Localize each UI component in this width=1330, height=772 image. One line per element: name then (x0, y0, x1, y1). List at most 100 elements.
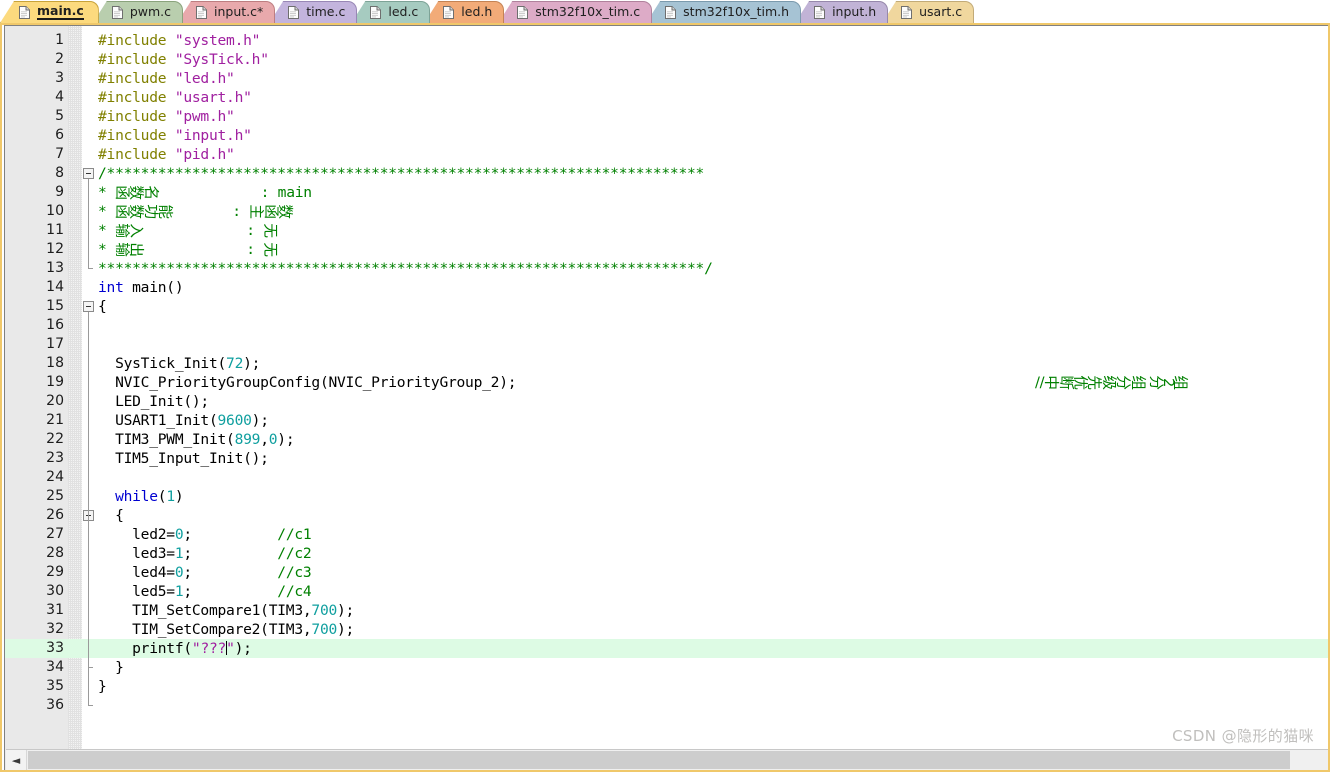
scroll-left-button[interactable]: ◄ (6, 750, 27, 770)
code-line[interactable]: 21 USART1_Init(9600); (5, 411, 1328, 430)
code-text-area[interactable]: 1 #include "system.h" 2 #include "SysTick.h… (5, 26, 1328, 770)
tab-label: input.h (832, 3, 877, 19)
editor-tab-input-c-[interactable]: input.c* (177, 1, 276, 23)
token-id: TIM5_Input_Init(); (98, 450, 269, 467)
token-str: " (226, 640, 235, 657)
code-line[interactable]: 12 * 输出 : 无 (5, 240, 1328, 259)
code-line[interactable]: 9 * 函数名 : main (5, 183, 1328, 202)
line-number: 36 (46, 697, 64, 713)
code-line[interactable]: 6 #include "input.h" (5, 126, 1328, 145)
document-icon (665, 6, 677, 19)
token-id: ; (183, 564, 278, 581)
editor-tab-pwm-c[interactable]: pwm.c (92, 1, 183, 23)
tab-label: pwm.c (129, 3, 171, 19)
code-line[interactable]: 28 led3=1; //c2 (5, 544, 1328, 563)
token-id: ) (174, 488, 184, 505)
tab-label: stm32f10x_tim.c (535, 3, 641, 19)
line-number: 16 (46, 317, 64, 333)
token-str: "system.h" (174, 32, 261, 49)
code-line[interactable]: 18 SysTick_Init(72); (5, 354, 1328, 373)
editor-tab-stm32f10x-tim-c[interactable]: stm32f10x_tim.c (498, 1, 653, 23)
code-line[interactable]: 13 **************************************… (5, 259, 1328, 278)
editor-tab-led-h[interactable]: led.h (424, 1, 505, 23)
code-line[interactable]: 11 * 输入 : 无 (5, 221, 1328, 240)
code-line[interactable]: 29 led4=0; //c3 (5, 563, 1328, 582)
token-id: { (98, 507, 124, 524)
editor-tab-led-c[interactable]: led.c (351, 1, 431, 23)
code-line[interactable]: 22 TIM3_PWM_Init(899,0); (5, 430, 1328, 449)
code-line[interactable]: 17 (5, 335, 1328, 354)
token-id: ); (277, 431, 295, 448)
code-line[interactable]: 33 printf("???"); (5, 639, 1328, 658)
token-id: } (98, 678, 107, 695)
token-str: "pwm.h" (174, 108, 235, 125)
code-line[interactable]: 30 led5=1; //c4 (5, 582, 1328, 601)
token-pre: #include (98, 127, 175, 144)
code-line[interactable]: 4 #include "usart.h" (5, 88, 1328, 107)
document-icon (111, 6, 123, 19)
code-line-text: #include "usart.h" (98, 88, 252, 107)
line-number: 24 (46, 469, 64, 485)
document-icon (517, 6, 529, 19)
code-line-text: SysTick_Init(72); (98, 354, 260, 373)
code-line[interactable]: 25 while(1) (5, 487, 1328, 506)
editor-tab-main-c[interactable]: main.c (0, 1, 99, 23)
code-line-text: * 函数功能 : 主函数 (98, 202, 294, 221)
code-line[interactable]: 2 #include "SysTick.h" (5, 50, 1328, 69)
editor-tab-usart-c[interactable]: usart.c (882, 1, 975, 23)
line-number: 22 (46, 431, 64, 447)
token-id (98, 488, 115, 505)
code-line-text: led4=0; //c3 (98, 563, 312, 582)
gutter-bottom-filler (5, 723, 68, 749)
line-number: 3 (55, 70, 64, 86)
code-line[interactable]: 35} (5, 677, 1328, 696)
code-line[interactable]: 7 #include "pid.h" (5, 145, 1328, 164)
fold-collapse-icon[interactable] (83, 301, 94, 312)
code-line[interactable]: 3 #include "led.h" (5, 69, 1328, 88)
tab-label: usart.c (919, 3, 963, 19)
code-line[interactable]: 1 #include "system.h" (5, 31, 1328, 50)
code-line[interactable]: 32 TIM_SetCompare2(TIM3,700); (5, 620, 1328, 639)
code-line[interactable]: 5 #include "pwm.h" (5, 107, 1328, 126)
token-id: ; (183, 526, 278, 543)
token-id: ; (183, 583, 278, 600)
code-line[interactable]: 34 } (5, 658, 1328, 677)
horizontal-scrollbar[interactable]: ◄ (6, 749, 1328, 770)
code-line[interactable]: 20 LED_Init(); (5, 392, 1328, 411)
editor-tab-stm32f10x-tim-h[interactable]: stm32f10x_tim.h (646, 1, 802, 23)
line-number: 1 (55, 32, 64, 48)
code-line[interactable]: 10 * 函数功能 : 主函数 (5, 202, 1328, 221)
line-number: 26 (46, 507, 64, 523)
token-cmt: ****************************************… (98, 260, 713, 277)
line-number: 11 (46, 222, 64, 238)
editor-tab-time-c[interactable]: time.c (269, 1, 358, 23)
code-line-text: * 函数名 : main (98, 183, 312, 202)
code-line[interactable]: 8 /**************************************… (5, 164, 1328, 183)
code-line-text: led5=1; //c4 (98, 582, 312, 601)
line-number: 10 (46, 203, 64, 219)
token-id: , (260, 431, 269, 448)
code-line[interactable]: 23 TIM5_Input_Init(); (5, 449, 1328, 468)
token-pre: #include (98, 89, 175, 106)
code-line[interactable]: 36 (5, 696, 1328, 715)
code-line-text: #include "pwm.h" (98, 107, 235, 126)
token-id: main() (123, 279, 184, 296)
code-line[interactable]: 14 int main() (5, 278, 1328, 297)
code-line[interactable]: 27 led2=0; //c1 (5, 525, 1328, 544)
cjk-comment-text: 函数名 (113, 185, 160, 200)
code-line[interactable]: 31 TIM_SetCompare1(TIM3,700); (5, 601, 1328, 620)
code-line[interactable]: 15 { (5, 297, 1328, 316)
editor-tab-bar: main.c pwm.c input.c* time.c led.c led.h (0, 0, 1330, 23)
token-id: TIM_SetCompare2(TIM3, (98, 621, 312, 638)
token-cmt: //c3 (277, 564, 312, 581)
scrollbar-thumb[interactable] (28, 751, 1290, 769)
code-line-text: { (98, 297, 107, 316)
code-line[interactable]: 26 { (5, 506, 1328, 525)
code-line[interactable]: 16 (5, 316, 1328, 335)
editor-inner: 1 #include "system.h" 2 #include "SysTick.h… (4, 25, 1328, 770)
line-number: 33 (46, 640, 64, 656)
line-number: 19 (46, 374, 64, 390)
editor-tab-input-h[interactable]: input.h (795, 1, 889, 23)
code-line[interactable]: 24 (5, 468, 1328, 487)
fold-collapse-icon[interactable] (83, 168, 94, 179)
